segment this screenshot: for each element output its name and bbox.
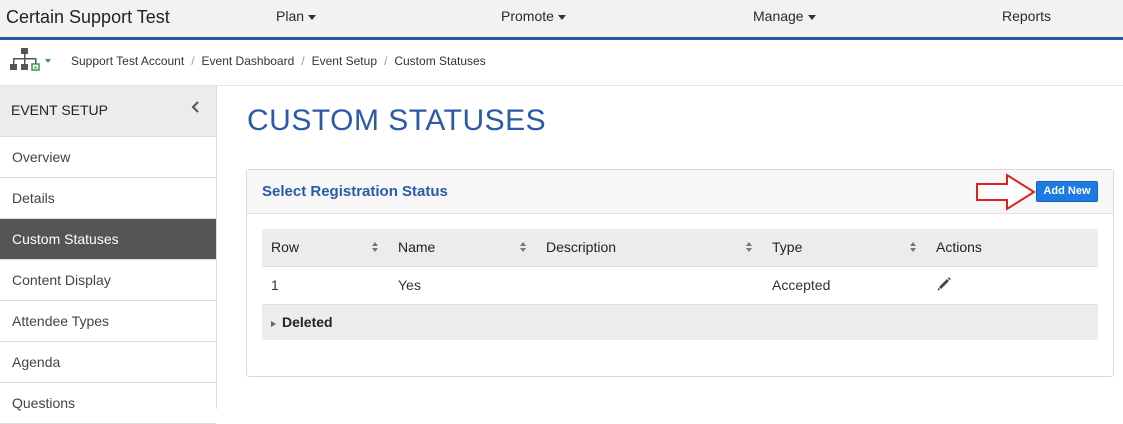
sort-icon[interactable] bbox=[371, 241, 379, 253]
top-nav-bar: Certain Support Test Plan Promote Manage… bbox=[0, 0, 1123, 37]
sidebar-item-overview[interactable]: Overview bbox=[0, 137, 216, 178]
column-header-row[interactable]: Row bbox=[262, 229, 389, 267]
status-table: Row Name Description Type Actions 1 Yes … bbox=[262, 229, 1098, 340]
sidebar: EVENT SETUP Overview Details Custom Stat… bbox=[0, 86, 217, 424]
breadcrumb-event-dashboard[interactable]: Event Dashboard bbox=[202, 54, 295, 68]
column-header-type[interactable]: Type bbox=[763, 229, 927, 267]
deleted-label: Deleted bbox=[282, 314, 333, 331]
nav-promote[interactable]: Promote bbox=[501, 8, 566, 24]
column-header-row-label: Row bbox=[271, 239, 300, 256]
cell-type: Accepted bbox=[763, 266, 927, 305]
column-header-actions: Actions bbox=[927, 229, 1098, 267]
column-header-type-label: Type bbox=[772, 239, 803, 256]
panel-title: Select Registration Status bbox=[262, 183, 448, 200]
sidebar-item-questions[interactable]: Questions bbox=[0, 383, 216, 424]
nav-reports-label: Reports bbox=[1002, 8, 1052, 24]
nav-plan-label: Plan bbox=[276, 8, 305, 24]
chevron-left-icon[interactable] bbox=[189, 100, 203, 114]
nav-plan[interactable]: Plan bbox=[276, 8, 317, 24]
cell-description bbox=[537, 266, 763, 305]
caret-down-icon bbox=[557, 14, 566, 20]
red-arrow-icon bbox=[974, 172, 1038, 212]
expand-triangle-icon bbox=[271, 320, 276, 327]
cell-name: Yes bbox=[389, 266, 537, 305]
deleted-section-toggle[interactable]: Deleted bbox=[262, 304, 1098, 340]
app-title: Certain Support Test bbox=[6, 7, 170, 27]
breadcrumb-bar: Support Test Account / Event Dashboard / Eve… bbox=[0, 40, 1123, 86]
caret-down-icon bbox=[308, 14, 317, 20]
sidebar-item-attendee-types[interactable]: Attendee Types bbox=[0, 301, 216, 342]
breadcrumb-separator: / bbox=[191, 54, 195, 68]
column-header-name[interactable]: Name bbox=[389, 229, 537, 267]
sitemap-icon[interactable] bbox=[9, 45, 53, 75]
breadcrumb-separator: / bbox=[301, 54, 305, 68]
nav-manage-label: Manage bbox=[753, 8, 804, 24]
sort-icon[interactable] bbox=[909, 241, 917, 253]
table-row: 1 Yes Accepted bbox=[262, 266, 1098, 305]
breadcrumb-separator: / bbox=[384, 54, 388, 68]
sidebar-item-agenda[interactable]: Agenda bbox=[0, 342, 216, 383]
registration-status-panel: Select Registration Status Add New Row N… bbox=[246, 169, 1114, 377]
cell-row: 1 bbox=[262, 266, 389, 305]
sidebar-item-custom-statuses[interactable]: Custom Statuses bbox=[0, 219, 216, 260]
caret-down-icon bbox=[807, 14, 816, 20]
column-header-actions-label: Actions bbox=[936, 239, 982, 256]
breadcrumb-event-setup[interactable]: Event Setup bbox=[312, 54, 377, 68]
pencil-icon[interactable] bbox=[936, 276, 952, 292]
nav-promote-label: Promote bbox=[501, 8, 554, 24]
column-header-name-label: Name bbox=[398, 239, 436, 256]
sidebar-item-content-display[interactable]: Content Display bbox=[0, 260, 216, 301]
sidebar-title: EVENT SETUP bbox=[11, 102, 108, 118]
breadcrumb: Support Test Account / Event Dashboard / Eve… bbox=[71, 54, 486, 68]
deleted-section-cell: Deleted bbox=[262, 304, 1098, 340]
sidebar-item-details[interactable]: Details bbox=[0, 178, 216, 219]
sort-icon[interactable] bbox=[519, 241, 527, 253]
table-header-row: Row Name Description Type Actions bbox=[262, 229, 1098, 267]
cell-actions bbox=[927, 266, 1098, 305]
column-header-description[interactable]: Description bbox=[537, 229, 763, 267]
add-new-button[interactable]: Add New bbox=[1036, 181, 1098, 202]
breadcrumb-current: Custom Statuses bbox=[394, 54, 486, 68]
sidebar-header: EVENT SETUP bbox=[0, 86, 216, 137]
page-title: CUSTOM STATUSES bbox=[247, 104, 547, 137]
column-header-description-label: Description bbox=[546, 239, 617, 256]
breadcrumb-account[interactable]: Support Test Account bbox=[71, 54, 184, 68]
panel-header: Select Registration Status Add New bbox=[247, 170, 1113, 214]
sort-icon[interactable] bbox=[745, 241, 753, 253]
nav-manage[interactable]: Manage bbox=[753, 8, 816, 24]
nav-reports[interactable]: Reports bbox=[1002, 8, 1051, 24]
